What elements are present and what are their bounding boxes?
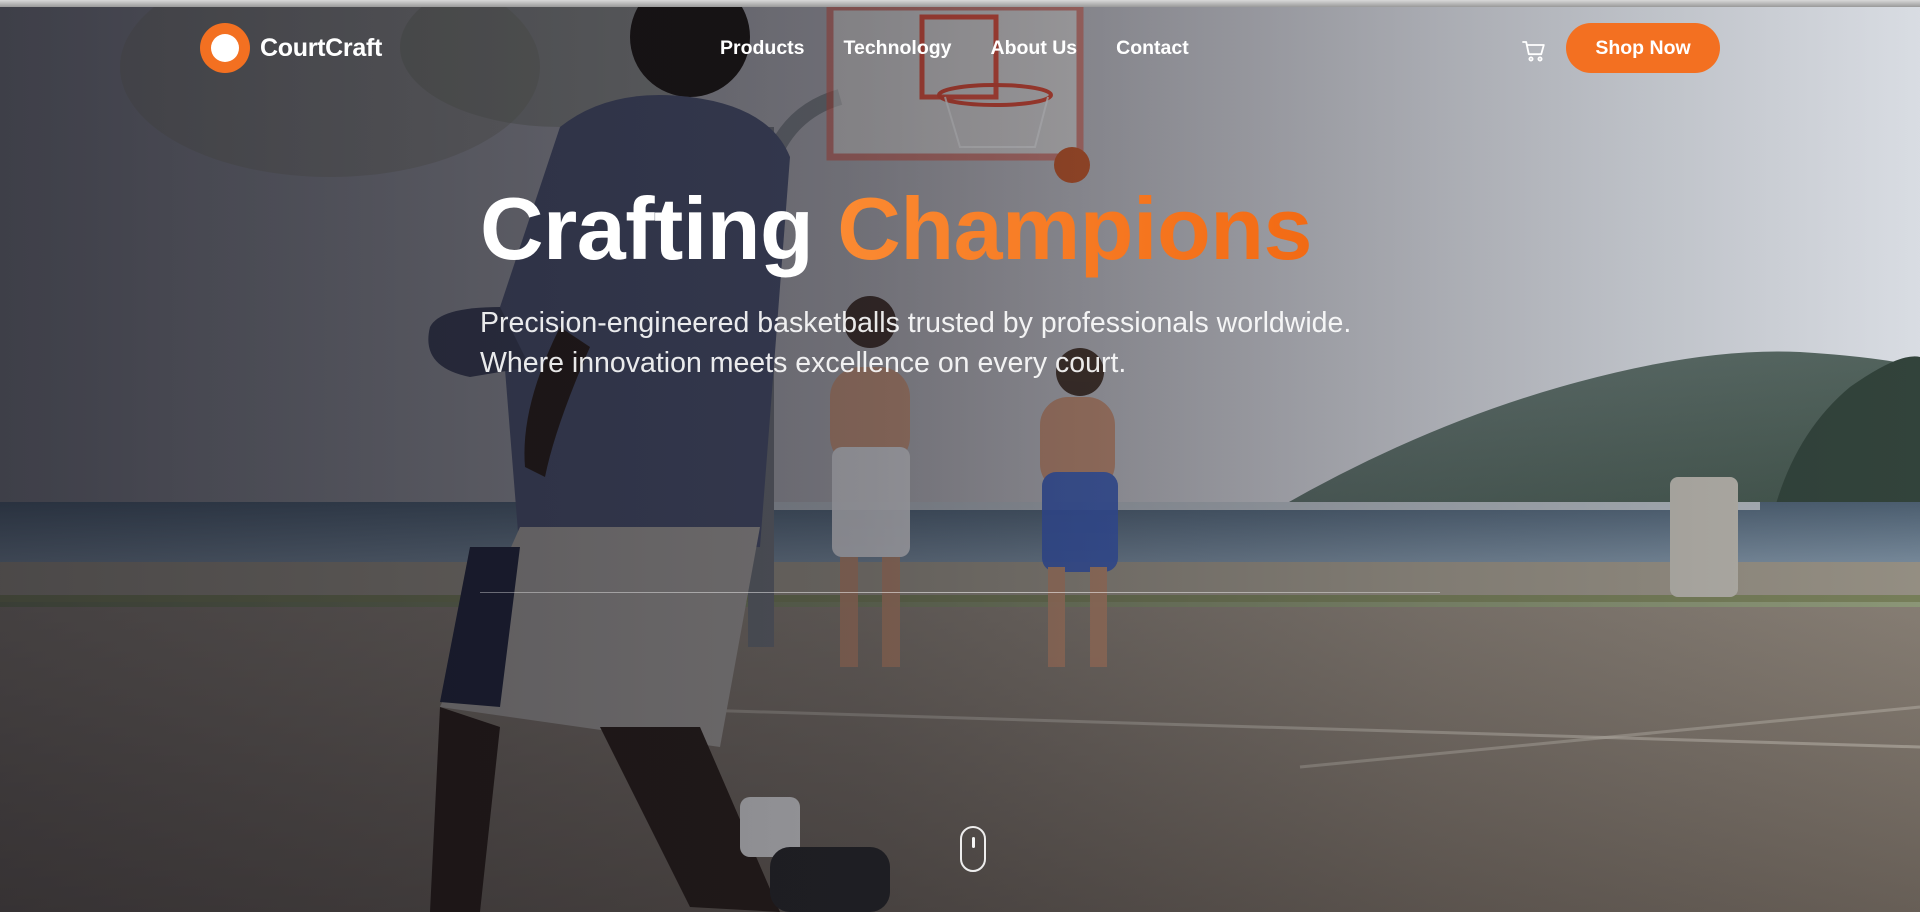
scroll-wheel [972, 837, 975, 848]
hero-section: Crafting Champions Precision-engineered … [480, 179, 1460, 383]
top-navigation: CourtCraft Products Technology About Us … [0, 7, 1920, 89]
nav-link-technology[interactable]: Technology [844, 37, 952, 60]
brand-logo-icon [200, 23, 250, 73]
nav-link-about-us[interactable]: About Us [991, 37, 1078, 60]
brand-logo-inner [211, 34, 239, 62]
hero-divider [480, 592, 1440, 593]
shopping-cart-icon [1522, 41, 1545, 62]
brand-home-link[interactable]: CourtCraft [200, 23, 382, 73]
nav-links: Products Technology About Us Contact [720, 37, 1189, 60]
nav-link-contact[interactable]: Contact [1116, 37, 1189, 60]
hero-title: Crafting Champions [480, 179, 1460, 279]
hero-subtitle-line-1: Precision-engineered basketballs trusted… [480, 306, 1352, 339]
page-viewport: CourtCraft Products Technology About Us … [0, 0, 1920, 912]
shop-now-button[interactable]: Shop Now [1566, 23, 1720, 73]
nav-link-products[interactable]: Products [720, 37, 805, 60]
brand-name: CourtCraft [260, 33, 382, 62]
hero-title-accent: Champions [837, 179, 1312, 278]
hero-subtitle: Precision-engineered basketballs trusted… [480, 303, 1460, 383]
browser-top-edge [0, 0, 1920, 7]
hero-overlay [0, 7, 1920, 912]
mouse-scroll-icon[interactable] [960, 826, 986, 872]
hero-title-main: Crafting [480, 179, 814, 278]
cart-button[interactable] [1519, 36, 1549, 66]
hero-subtitle-line-2: Where innovation meets excellence on eve… [480, 346, 1127, 379]
